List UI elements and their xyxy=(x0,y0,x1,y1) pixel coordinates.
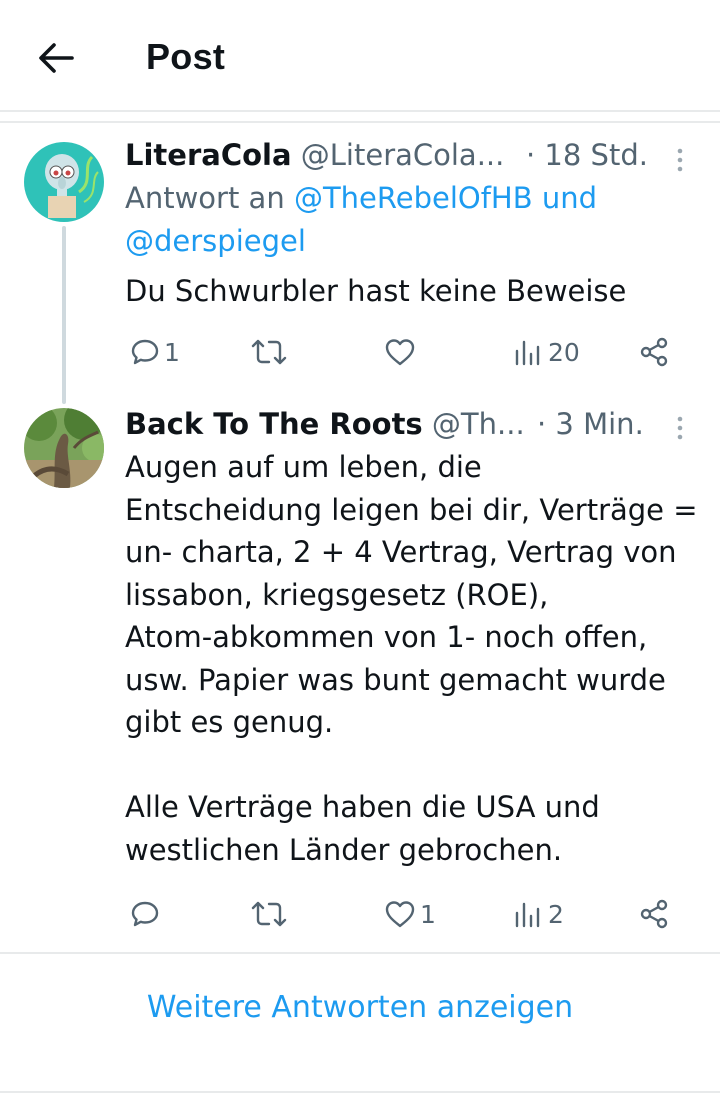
user-handle[interactable]: @Th... xyxy=(432,407,525,441)
user-handle[interactable]: @LiteraCola... xyxy=(301,138,505,172)
post-text: Augen auf um leben, die Entscheidung lei… xyxy=(125,446,698,871)
repost-button[interactable] xyxy=(250,896,292,932)
share-icon xyxy=(640,337,668,367)
more-options-icon[interactable] xyxy=(670,414,690,444)
reply-button[interactable] xyxy=(130,896,164,932)
post-text-line: Augen auf um leben, die xyxy=(125,450,482,484)
post-text-line: un- charta, 2 + 4 Vertrag, Vertrag von xyxy=(125,535,677,569)
like-button[interactable]: 1 xyxy=(384,896,436,932)
post-divider xyxy=(0,952,720,954)
thread-line xyxy=(62,226,66,404)
like-count: 1 xyxy=(420,899,436,929)
view-count: 2 xyxy=(548,899,564,929)
display-name[interactable]: Back To The Roots xyxy=(125,407,423,441)
post-text-line: lissabon, kriegsgesetz (ROE), xyxy=(125,577,549,612)
avatar-literacola[interactable] xyxy=(24,142,104,222)
post-text-line: Atom-abkommen von 1- noch offen, xyxy=(125,620,648,654)
avatar-back-to-the-roots[interactable] xyxy=(24,408,104,488)
heart-icon xyxy=(385,339,415,366)
reply-icon xyxy=(131,901,159,927)
post-2-time[interactable]: · 3 Min. xyxy=(537,407,644,441)
reply-button[interactable]: 1 xyxy=(130,334,180,370)
post-text-line xyxy=(125,744,698,787)
share-button[interactable] xyxy=(638,334,670,370)
views-chart-icon xyxy=(515,902,540,928)
post-text-line: Entscheidung leigen bei dir, Verträge = xyxy=(125,492,698,527)
views-button[interactable]: 2 xyxy=(512,896,564,932)
repost-button[interactable] xyxy=(250,334,292,370)
views-button[interactable]: 20 xyxy=(512,334,580,370)
post-text: Du Schwurbler hast keine Beweise xyxy=(125,274,627,308)
post-text-line: westlichen Länder gebrochen. xyxy=(125,832,563,867)
bottom-divider xyxy=(0,1091,720,1093)
header-divider xyxy=(0,110,720,112)
page-title: Post xyxy=(146,36,226,77)
post-1-header: LiteraCola @LiteraCola... xyxy=(125,138,504,172)
post-2-header: Back To The Roots @Th... xyxy=(125,407,525,441)
post-text-line: Alle Verträge haben die USA und xyxy=(125,790,600,824)
reply-context-line-1: Antwort an @TheRebelOfHB und xyxy=(125,181,597,215)
reply-mention-link[interactable]: @TheRebelOfHB und xyxy=(294,181,597,215)
repost-icon xyxy=(251,901,287,927)
view-count: 20 xyxy=(548,337,580,367)
top-bar: Post xyxy=(0,0,720,110)
show-more-replies-link[interactable]: Weitere Antworten anzeigen xyxy=(0,990,720,1025)
repost-icon xyxy=(251,339,287,365)
post-text-line: gibt es genug. xyxy=(125,705,334,739)
heart-icon xyxy=(385,901,415,928)
reply-mention-link-2[interactable]: @derspiegel xyxy=(125,224,306,258)
share-icon xyxy=(640,899,668,929)
reply-prefix: Antwort an xyxy=(125,181,285,215)
post-text-line: usw. Papier was bunt gemacht wurde xyxy=(125,662,666,697)
back-arrow-icon[interactable] xyxy=(36,38,76,78)
display-name[interactable]: LiteraCola xyxy=(125,138,292,172)
post-1-time[interactable]: · 18 Std. xyxy=(526,138,648,172)
reply-icon xyxy=(131,339,159,365)
like-button[interactable] xyxy=(384,334,420,370)
header-divider-2 xyxy=(0,121,720,123)
reply-count: 1 xyxy=(164,337,180,367)
views-chart-icon xyxy=(515,340,540,366)
share-button[interactable] xyxy=(638,896,670,932)
more-options-icon[interactable] xyxy=(670,146,690,176)
